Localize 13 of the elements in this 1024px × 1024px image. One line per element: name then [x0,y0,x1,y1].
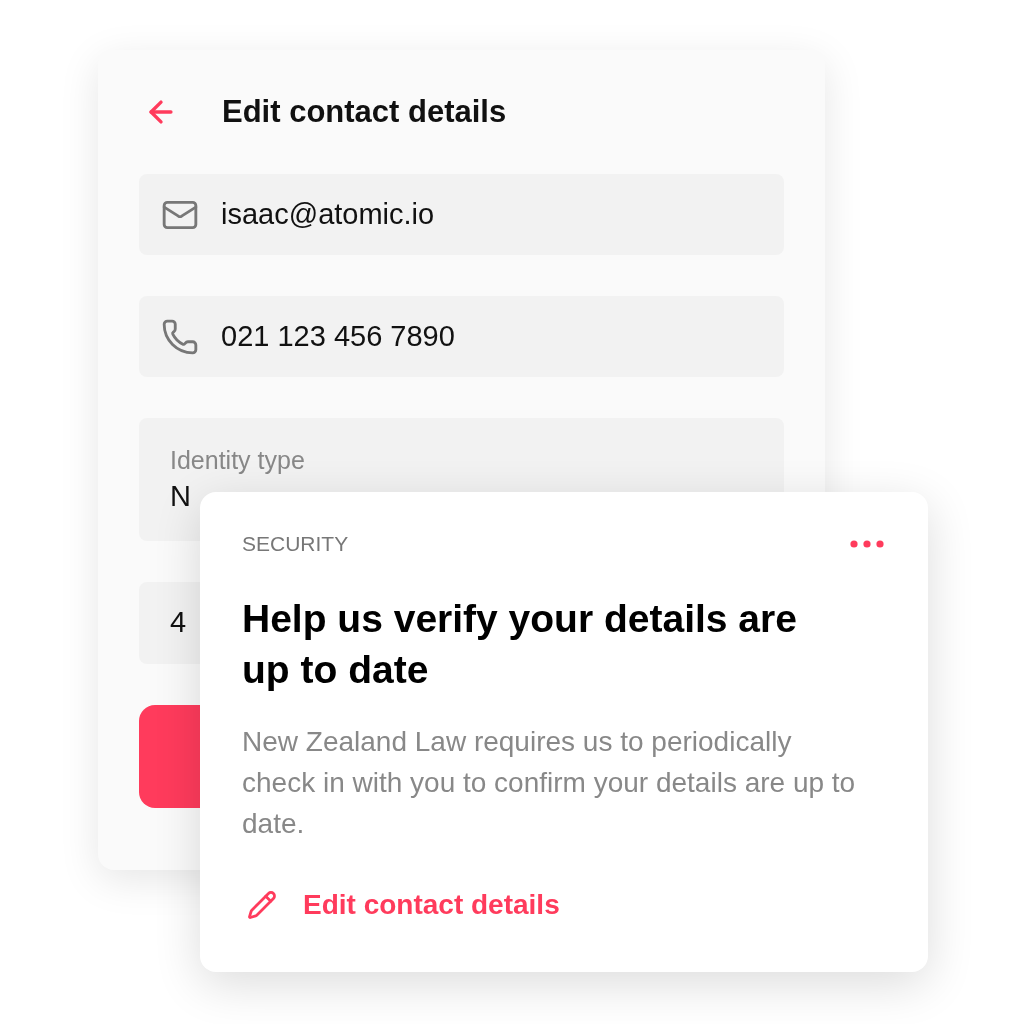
notice-body: New Zealand Law requires us to periodically check in with you to confirm your details are up to date. [242,725,857,841]
phone-icon [161,317,199,356]
page-title: Edit contact details [222,92,507,131]
field-value: 021 123 456 7890 [221,318,455,354]
field-label: Identity type [170,444,306,476]
field-value: isaac@atomic.io [221,196,435,232]
pencil-icon [247,890,277,920]
field-value: 4 [170,605,187,641]
field-value: N [170,478,192,514]
dots-icon [850,540,884,548]
input-field[interactable]: 021 123 456 7890 [139,296,784,377]
notice-heading: Help us verify your details are up to date [242,596,798,693]
input-field[interactable]: isaac@atomic.io [139,174,784,255]
